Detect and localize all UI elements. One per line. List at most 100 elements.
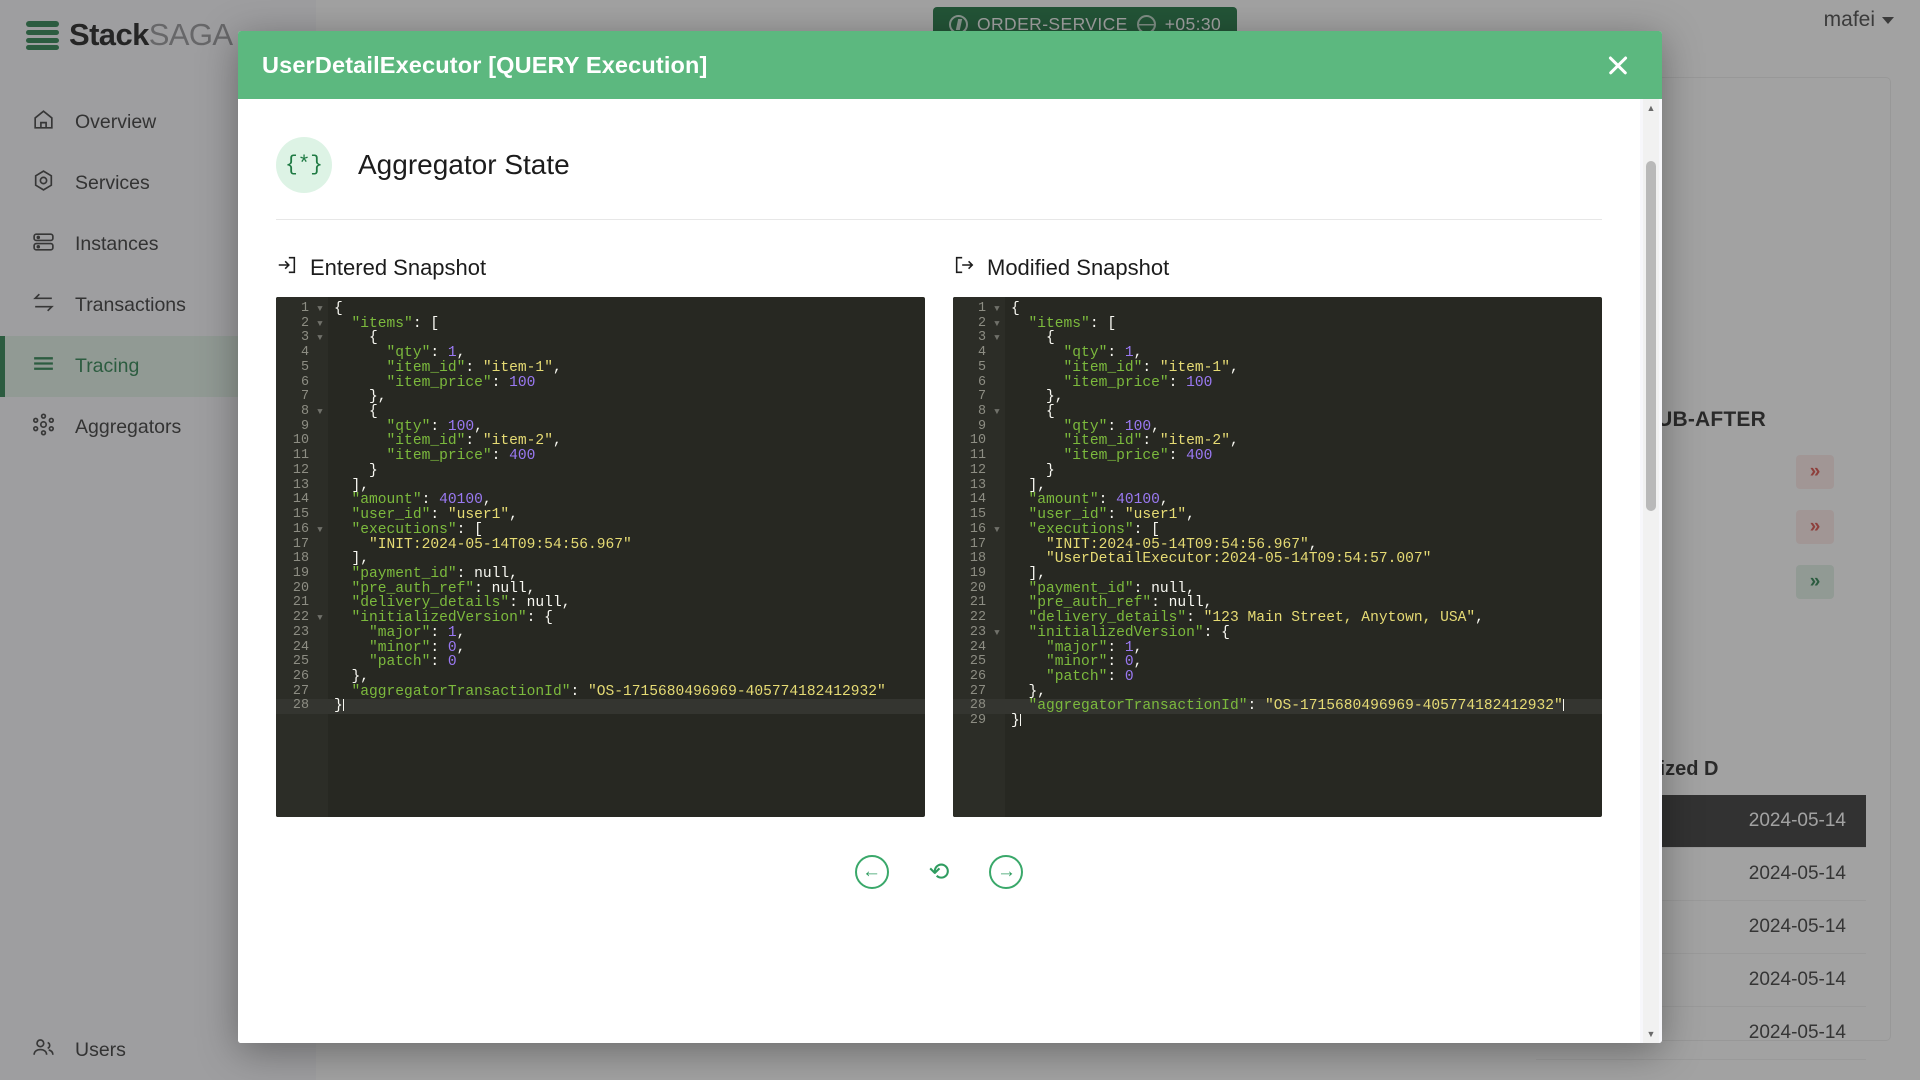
editor-code[interactable]: 1 ▼{2 ▼ "items": [3 ▼ {4 "qty": 1, 5 "item_i… (953, 297, 1602, 729)
code-line: 14 "amount": 40100, (953, 493, 1602, 508)
line-number: 6 (300, 374, 309, 390)
code-line: 4 "qty": 1, (953, 345, 1602, 361)
fold-toggle-icon[interactable]: ▼ (989, 331, 1005, 346)
arrow-into-box-icon (276, 254, 298, 282)
code-line: 20 "pre_auth_ref": null, (276, 581, 925, 597)
code-line: 10 "item_id": "item-2", (276, 434, 925, 449)
code-line: 3 ▼ { (276, 331, 925, 346)
line-number: 18 (969, 551, 986, 567)
arrow-right-circle-icon[interactable]: → (989, 855, 1024, 889)
section-divider (276, 219, 1602, 220)
scroll-up-icon[interactable]: ▲ (1643, 100, 1659, 116)
section-heading: Aggregator State (358, 149, 570, 180)
line-number: 4 (977, 345, 986, 361)
code-line: 24 "minor": 0, (276, 640, 925, 656)
code-line: 28 "aggregatorTransactionId": "OS-171568… (953, 699, 1602, 715)
code-text: { (1011, 404, 1055, 421)
line-number: 18 (292, 551, 309, 567)
line-number: 26 (292, 668, 309, 684)
fold-toggle-icon[interactable]: ▼ (989, 302, 1005, 317)
code-line: 6 "item_price": 100 (953, 374, 1602, 391)
arrow-left-circle-icon[interactable]: ← (854, 855, 889, 889)
code-line: 27 "aggregatorTransactionId": "OS-171568… (276, 683, 925, 700)
fold-toggle-icon[interactable]: ▼ (312, 302, 328, 317)
fold-toggle-icon[interactable]: ▼ (312, 317, 328, 332)
code-text: "major": 1, (369, 624, 466, 641)
fold-toggle-icon[interactable]: ▼ (989, 405, 1005, 420)
code-text: "delivery_details": "123 Main Street, An… (1028, 610, 1484, 627)
line-number: 28 (292, 698, 309, 714)
code-line: 15 "user_id": "user1", (276, 507, 925, 524)
code-text: "payment_id": null, (1028, 580, 1195, 597)
line-number: 19 (969, 565, 986, 581)
line-number: 19 (292, 565, 309, 581)
code-text: }, (334, 389, 387, 406)
code-text: { (334, 404, 378, 421)
code-text: "items": [ (1028, 315, 1117, 332)
scroll-down-icon[interactable]: ▼ (1643, 1026, 1659, 1042)
fold-toggle-icon[interactable]: ▼ (312, 331, 328, 346)
code-text: { (334, 330, 378, 347)
fold-toggle-icon[interactable]: ▼ (989, 317, 1005, 332)
code-text: "user_id": "user1", (1028, 507, 1195, 524)
code-line: 19 "payment_id": null, (276, 565, 925, 582)
scrollbar-thumb[interactable] (1646, 161, 1656, 511)
close-icon[interactable] (1600, 47, 1636, 83)
line-number: 7 (300, 389, 309, 405)
code-text: "initializedVersion": { (1028, 624, 1230, 641)
line-number: 22 (292, 610, 309, 626)
line-number: 12 (292, 462, 309, 478)
line-number: 14 (969, 492, 986, 508)
line-number: 21 (292, 595, 309, 611)
code-text: "aggregatorTransactionId": "OS-171568049… (1005, 699, 1564, 714)
code-text: "item_id": "item-1", (386, 359, 562, 376)
fold-toggle-icon[interactable]: ▼ (312, 405, 328, 420)
line-number: 23 (969, 624, 986, 640)
line-number: 24 (969, 639, 986, 655)
code-line: 7 }, (953, 390, 1602, 405)
fold-toggle-icon[interactable]: ▼ (989, 523, 1005, 538)
line-number: 25 (969, 654, 986, 670)
code-line: 13 ], (276, 478, 925, 494)
line-number: 11 (969, 448, 986, 464)
refresh-icon[interactable]: ⟲ (929, 857, 950, 887)
code-line: 5 "item_id": "item-1", (276, 359, 925, 376)
line-number: 10 (292, 433, 309, 449)
code-text: "item_id": "item-2", (386, 433, 562, 450)
code-text: } (1005, 714, 1021, 729)
editor-code[interactable]: 1 ▼{2 ▼ "items": [3 ▼ {4 "qty": 1, 5 "item_i… (276, 297, 925, 715)
code-text: "major": 1, (1046, 639, 1143, 656)
line-number: 6 (977, 374, 986, 390)
code-text: "UserDetailExecutor:2024-05-14T09:54:57.… (1046, 551, 1432, 568)
code-text: "initializedVersion": { (351, 610, 553, 627)
code-text: "user_id": "user1", (351, 507, 518, 524)
code-text: "patch": 0 (369, 654, 457, 671)
code-text: "item_price": 400 (1063, 448, 1213, 465)
fold-toggle-icon[interactable]: ▼ (989, 626, 1005, 641)
entered-snapshot-editor[interactable]: 1 ▼{2 ▼ "items": [3 ▼ {4 "qty": 1, 5 "item_i… (276, 297, 925, 817)
fold-toggle-icon[interactable]: ▼ (312, 523, 328, 538)
fold-toggle-icon[interactable]: ▼ (312, 611, 328, 626)
code-line: 8 ▼ { (276, 404, 925, 421)
modal-vertical-scrollbar[interactable]: ▲ ▼ (1643, 99, 1659, 1043)
line-number: 27 (292, 683, 309, 699)
modified-snapshot-editor[interactable]: 1 ▼{2 ▼ "items": [3 ▼ {4 "qty": 1, 5 "item_i… (953, 297, 1602, 817)
